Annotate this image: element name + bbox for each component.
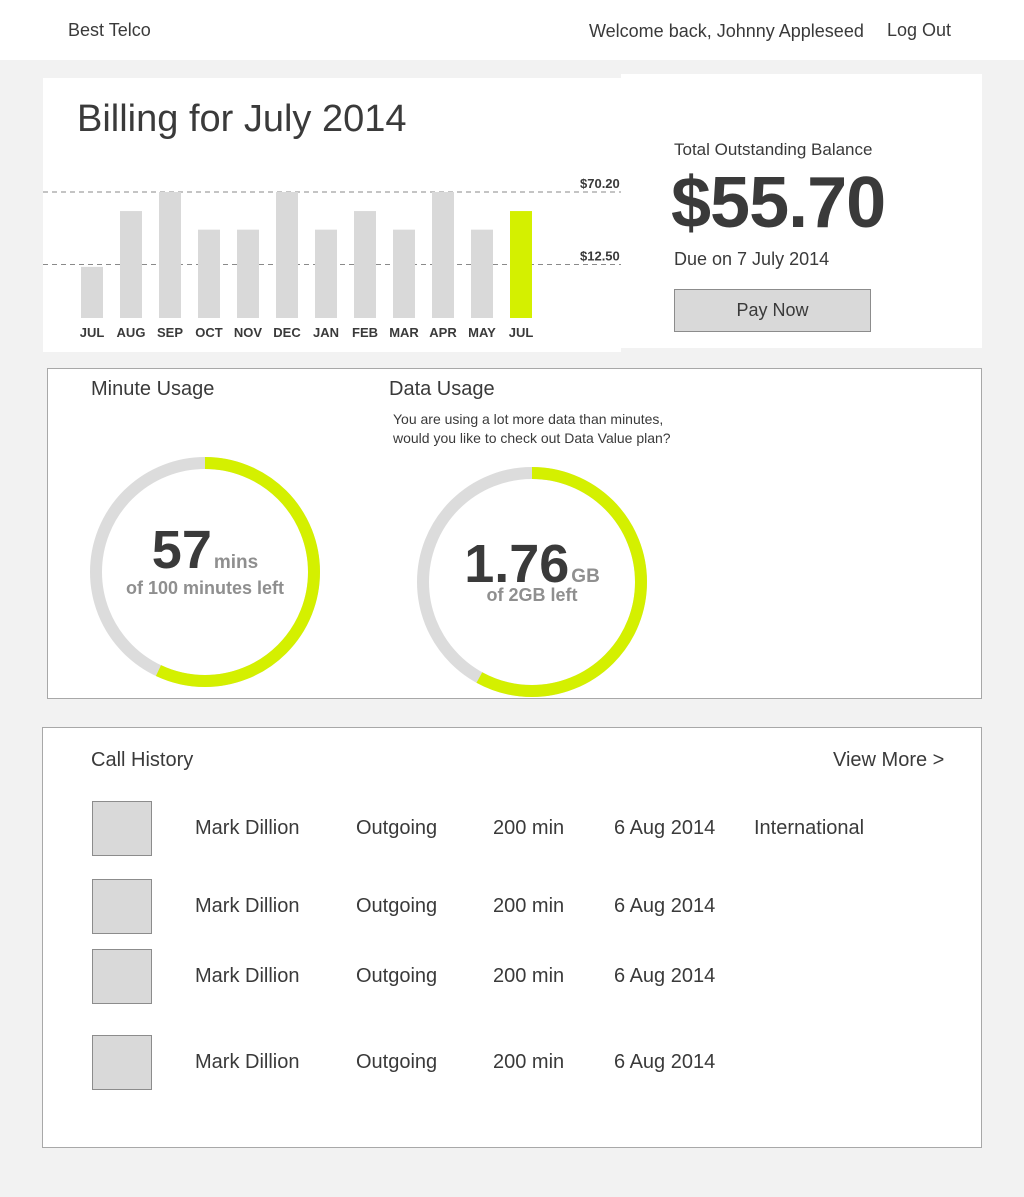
- minutes-sub-label: of 100 minutes left: [125, 578, 285, 598]
- chart-x-tick-label: APR: [429, 325, 457, 340]
- call-type: International: [754, 817, 865, 839]
- welcome-message: Welcome back, Johnny Appleseed: [589, 21, 864, 41]
- call-direction: Outgoing: [356, 1051, 438, 1073]
- chart-x-tick-label: MAY: [468, 325, 496, 340]
- call-history-row[interactable]: Mark Dillion Outgoing 200 min 6 Aug 2014: [43, 879, 981, 935]
- call-duration: 200 min: [493, 895, 565, 917]
- chart-bar[interactable]: [81, 266, 103, 318]
- call-contact-name: Mark Dillion: [195, 895, 300, 917]
- due-date: Due on 7 July 2014: [674, 249, 830, 269]
- minutes-unit: mins: [213, 552, 259, 573]
- chart-x-tick-label: AUG: [117, 325, 146, 340]
- data-usage-title: Data Usage: [389, 378, 495, 400]
- contact-avatar: [92, 949, 152, 1004]
- minutes-number: 57: [151, 520, 212, 580]
- balance-label: Total Outstanding Balance: [674, 140, 873, 159]
- chart-bar[interactable]: [276, 192, 298, 318]
- view-more-link[interactable]: View More >: [833, 749, 944, 772]
- call-history-row[interactable]: Mark Dillion Outgoing 200 min 6 Aug 2014: [43, 949, 981, 1005]
- chart-x-tick-label: DEC: [273, 325, 301, 340]
- call-contact-name: Mark Dillion: [195, 1051, 300, 1073]
- chart-x-tick-label: SEP: [157, 325, 183, 340]
- call-history-title: Call History: [91, 749, 194, 771]
- chart-x-tick-label: JUL: [509, 325, 534, 340]
- chart-bar[interactable]: [315, 229, 337, 318]
- call-duration: 200 min: [493, 817, 565, 839]
- usage-card: Minute Usage Data Usage You are using a …: [47, 368, 982, 699]
- chart-bar[interactable]: [432, 192, 454, 318]
- chart-x-tick-label: JUL: [80, 325, 105, 340]
- chart-bar[interactable]: [159, 192, 181, 318]
- data-usage-note-line-2: would you like to check out Data Value p…: [393, 430, 671, 446]
- chart-bar[interactable]: [237, 229, 259, 318]
- call-contact-name: Mark Dillion: [195, 817, 300, 839]
- chart-bar[interactable]: [120, 211, 142, 318]
- chart-x-tick-label: FEB: [352, 325, 378, 340]
- balance-amount: $55.70: [671, 163, 886, 243]
- billing-chart-panel: Billing for July 2014 $70.20 $12.50 JUL AUG…: [43, 78, 621, 352]
- balance-panel: Total Outstanding Balance $55.70 Due on …: [621, 74, 982, 348]
- contact-avatar: [92, 801, 152, 856]
- top-bar: Best Telco Welcome back, Johnny Applesee…: [0, 0, 1024, 60]
- reference-line-label: $12.50: [580, 249, 620, 264]
- call-duration: 200 min: [493, 965, 565, 987]
- chart-bar[interactable]: [198, 229, 220, 318]
- data-unit: GB: [571, 566, 600, 587]
- call-date: 6 Aug 2014: [614, 965, 716, 987]
- data-usage-note-line-1: You are using a lot more data than minut…: [393, 411, 664, 427]
- chart-x-tick-label: JAN: [313, 325, 339, 340]
- call-date: 6 Aug 2014: [614, 895, 716, 917]
- call-contact-name: Mark Dillion: [195, 965, 300, 987]
- call-history-row[interactable]: Mark Dillion Outgoing 200 min 6 Aug 2014: [43, 1035, 981, 1091]
- data-usage-note: You are using a lot more data than minut…: [393, 410, 671, 448]
- call-direction: Outgoing: [356, 895, 438, 917]
- data-sub-label: of 2GB left: [486, 585, 578, 605]
- call-date: 6 Aug 2014: [614, 817, 716, 839]
- call-history-card: Call History View More > Mark Dillion Ou…: [42, 727, 982, 1148]
- minute-usage-title: Minute Usage: [91, 378, 215, 400]
- chart-x-tick-label: MAR: [389, 325, 419, 340]
- billing-bar-chart: $70.20 $12.50 JUL AUG SEP OCT NOV DEC JAN FEB MAR A…: [43, 176, 621, 340]
- chart-bar[interactable]: [354, 211, 376, 318]
- chart-x-tick-label: NOV: [234, 325, 263, 340]
- brand-name[interactable]: Best Telco: [68, 20, 151, 41]
- logout-link[interactable]: Log Out: [887, 20, 951, 41]
- billing-title: Billing for July 2014: [77, 98, 407, 140]
- reference-line-label: $70.20: [580, 176, 620, 191]
- chart-bar[interactable]: [393, 229, 415, 318]
- contact-avatar: [92, 879, 152, 934]
- call-direction: Outgoing: [356, 965, 438, 987]
- chart-bar[interactable]: [471, 229, 493, 318]
- call-date: 6 Aug 2014: [614, 1051, 716, 1073]
- call-direction: Outgoing: [356, 817, 438, 839]
- call-duration: 200 min: [493, 1051, 565, 1073]
- chart-x-tick-label: OCT: [195, 325, 223, 340]
- chart-bar[interactable]: [510, 211, 532, 318]
- minute-usage-value: 57 mins: [88, 519, 322, 581]
- pay-now-button[interactable]: Pay Now: [674, 289, 871, 332]
- call-history-row[interactable]: Mark Dillion Outgoing 200 min 6 Aug 2014…: [43, 801, 981, 857]
- contact-avatar: [92, 1035, 152, 1090]
